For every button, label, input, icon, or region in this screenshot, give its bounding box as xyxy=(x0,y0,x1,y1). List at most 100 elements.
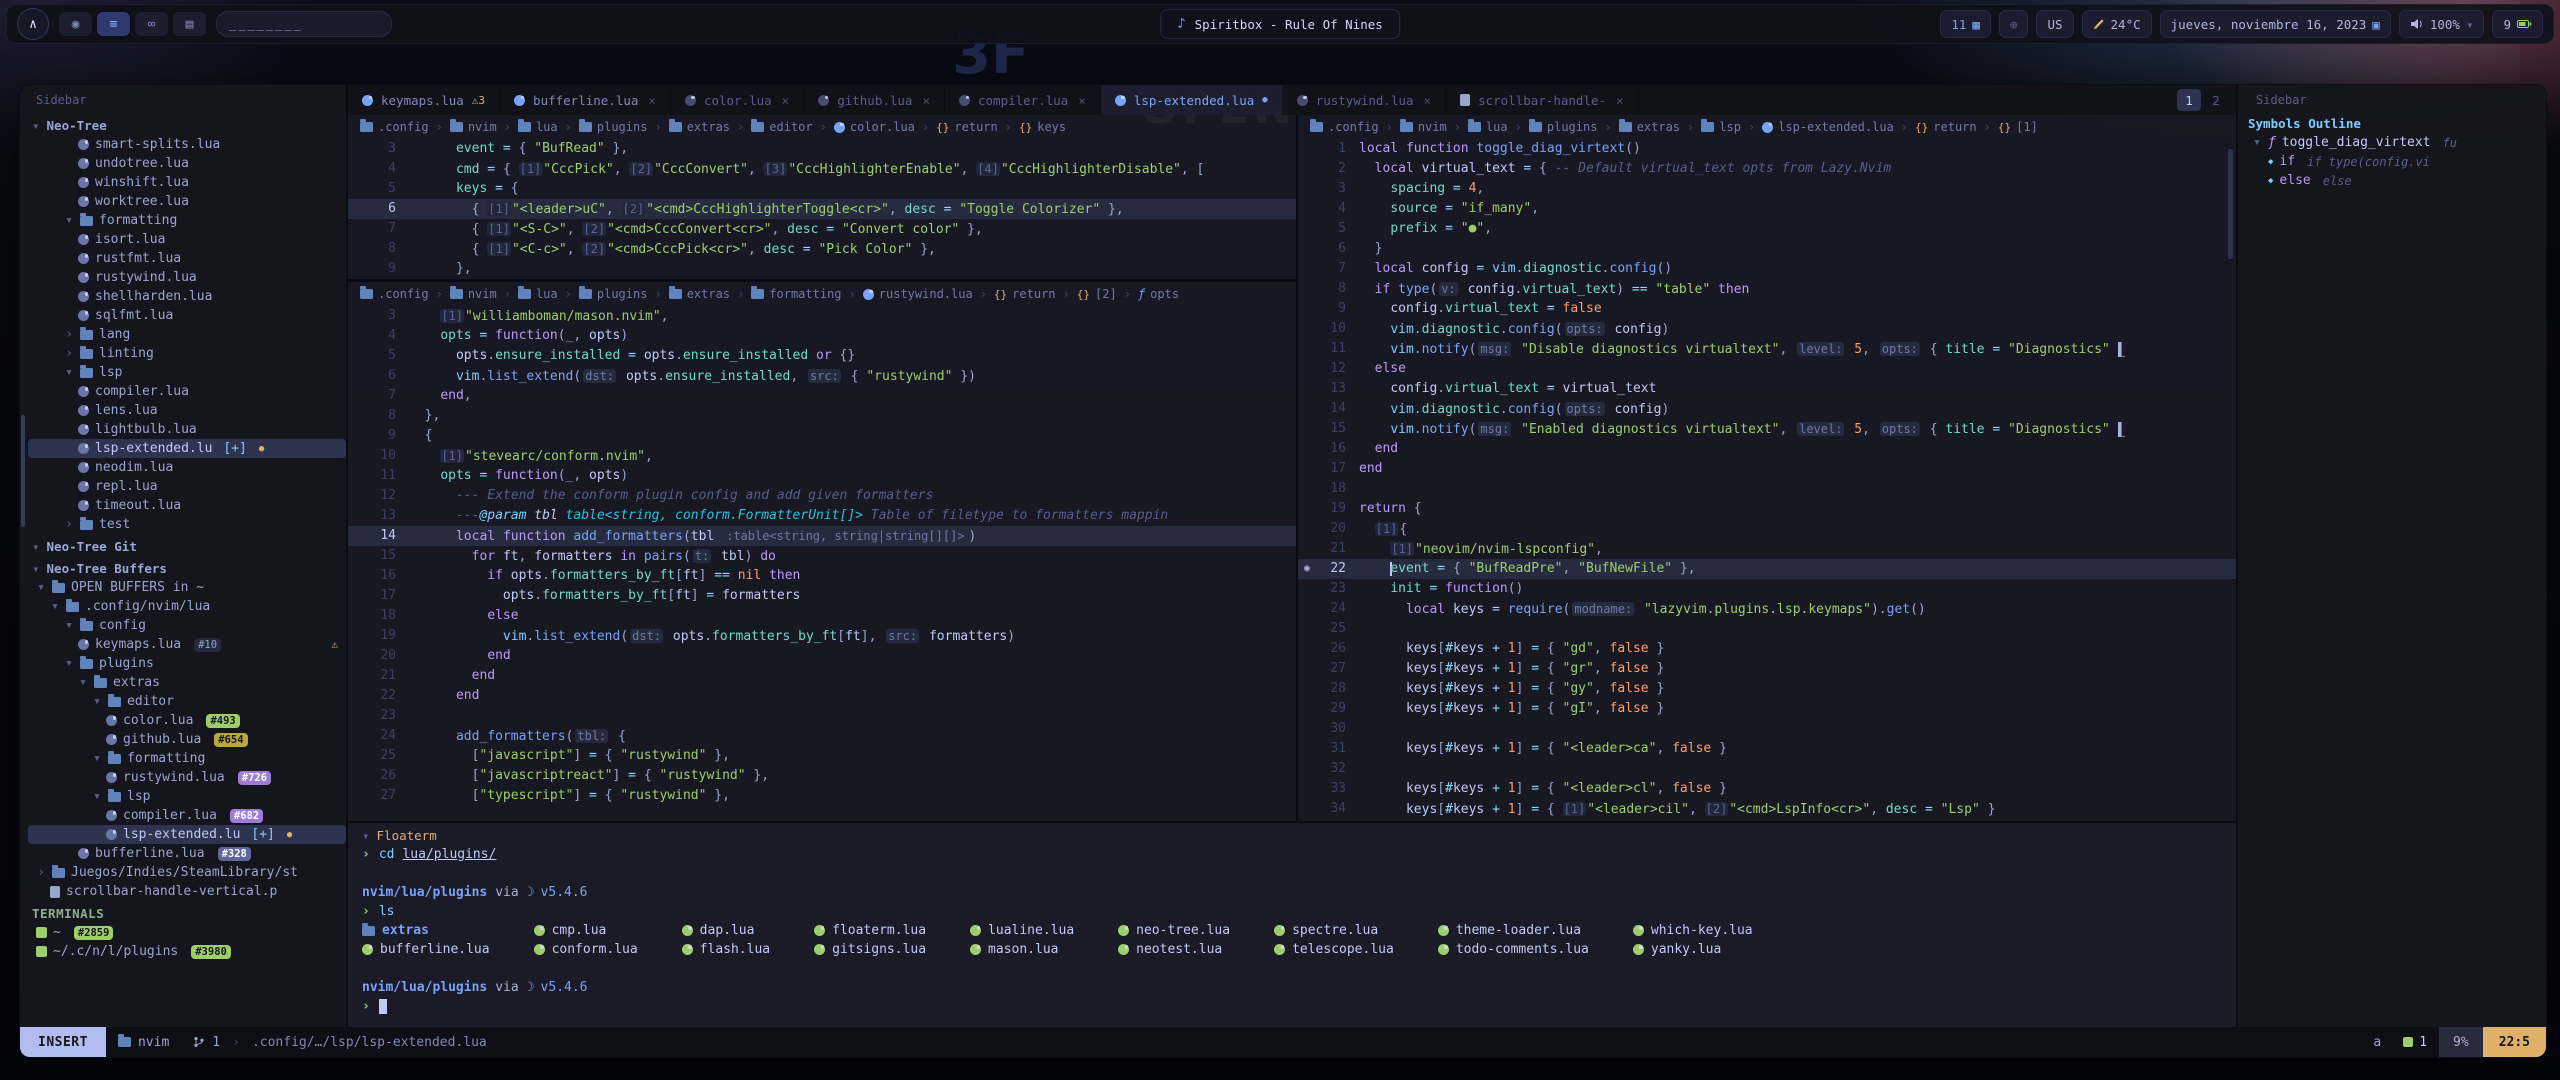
breadcrumb-item[interactable]: {}return xyxy=(994,287,1056,301)
tree-item[interactable]: worktree.lua xyxy=(28,192,346,211)
battery-widget[interactable]: 9 xyxy=(2492,10,2543,38)
code-line[interactable]: 4 source = "if_many", xyxy=(1298,199,2236,219)
code-line[interactable]: 25 ["javascript"] = { "rustywind" }, xyxy=(348,746,1296,766)
breadcrumb-item[interactable]: {}[2] xyxy=(1077,287,1117,301)
code-line[interactable]: 32 xyxy=(1298,759,2236,779)
editor-tab[interactable]: lsp-extended.lua● xyxy=(1101,85,1283,115)
code-line[interactable]: 8 }, xyxy=(348,406,1296,426)
editor-tab[interactable]: rustywind.lua× xyxy=(1283,85,1446,115)
code-line[interactable]: 5 opts.ensure_installed = opts.ensure_in… xyxy=(348,346,1296,366)
code-line[interactable]: 20 end xyxy=(348,646,1296,666)
tree-item[interactable]: isort.lua xyxy=(28,230,346,249)
code-line[interactable]: 7 end, xyxy=(348,386,1296,406)
sidebar-scrollbar[interactable] xyxy=(21,415,25,527)
workspace-button[interactable]: ◉ xyxy=(59,12,92,36)
breadcrumb-item[interactable]: nvim xyxy=(1400,120,1447,134)
tree-item[interactable]: rustfmt.lua xyxy=(28,249,346,268)
tree-item[interactable]: ▾OPEN BUFFERS in ~ xyxy=(28,578,346,597)
tree-item[interactable]: ›Juegos/Indies/SteamLibrary/st xyxy=(28,863,346,882)
breadcrumb-item[interactable]: extras xyxy=(669,287,730,301)
code-line[interactable]: 3 [1]"williamboman/mason.nvim", xyxy=(348,306,1296,326)
tree-item[interactable]: compiler.lua xyxy=(28,382,346,401)
code-line[interactable]: 31 keys[#keys + 1] = { "<leader>ca", fal… xyxy=(1298,739,2236,759)
tree-item[interactable]: ~#2859 xyxy=(28,923,346,942)
code-line[interactable]: 9 config.virtual_text = false xyxy=(1298,299,2236,319)
tree-item[interactable]: scrollbar-handle-vertical.p xyxy=(28,882,346,901)
tree-item[interactable]: keymaps.lua#10⚠ xyxy=(28,635,346,654)
code-line[interactable]: 12 else xyxy=(1298,359,2236,379)
code-editor-lsp-extended-lua[interactable]: 1local function toggle_diag_virtext()2 l… xyxy=(1298,139,2236,821)
neo-tree-buffers-section-header[interactable]: ▾ Neo-Tree Buffers xyxy=(28,558,346,578)
tree-item[interactable]: ▾editor xyxy=(28,692,346,711)
code-line[interactable]: 24 add_formatters(tbl: { xyxy=(348,726,1296,746)
tree-item[interactable]: ›test xyxy=(28,515,346,534)
breadcrumb-item[interactable]: {}return xyxy=(936,120,998,134)
breadcrumb-item[interactable]: lsp-extended.lua xyxy=(1762,120,1894,134)
code-line[interactable]: 17end xyxy=(1298,459,2236,479)
workspace-button[interactable]: ∞ xyxy=(135,12,168,36)
tree-item[interactable]: lens.lua xyxy=(28,401,346,420)
workspace-button[interactable]: ≡ xyxy=(97,12,130,36)
terminal-prompt-line[interactable]: › xyxy=(362,997,2236,1016)
code-line[interactable]: 8 { [1]"<C-c>", [2]"<cmd>CccPick<cr>", d… xyxy=(348,239,1296,259)
code-line[interactable]: 27 ["typescript"] = { "rustywind" }, xyxy=(348,786,1296,806)
code-line[interactable]: 29 keys[#keys + 1] = { "gI", false } xyxy=(1298,699,2236,719)
code-line[interactable]: 25 xyxy=(1298,619,2236,639)
code-line[interactable]: 24 local keys = require(modname: "lazyvi… xyxy=(1298,599,2236,619)
code-line[interactable]: 14 local function add_formatters(tbl :ta… xyxy=(348,526,1296,546)
code-line[interactable]: 5 keys = { xyxy=(348,179,1296,199)
code-line[interactable]: 30 xyxy=(1298,719,2236,739)
symbol-item[interactable]: ▾ƒtoggle_diag_virtextfu xyxy=(2248,133,2536,152)
code-line[interactable]: 26 ["javascriptreact"] = { "rustywind" }… xyxy=(348,766,1296,786)
tree-item[interactable]: repl.lua xyxy=(28,477,346,496)
code-line[interactable]: 4 cmd = { [1]"CccPick", [2]"CccConvert",… xyxy=(348,159,1296,179)
code-line[interactable]: 2 local virtual_text = { -- Default virt… xyxy=(1298,159,2236,179)
code-line[interactable]: 5 prefix = "●", xyxy=(1298,219,2236,239)
tree-item[interactable]: ▾lsp xyxy=(28,787,346,806)
tree-item[interactable]: undotree.lua xyxy=(28,154,346,173)
neo-tree-section-header[interactable]: ▾ Neo-Tree xyxy=(28,115,346,135)
tree-item[interactable]: ▾plugins xyxy=(28,654,346,673)
code-line[interactable]: ◉22 event = { "BufReadPre", "BufNewFile"… xyxy=(1298,559,2236,579)
breadcrumb-item[interactable]: lua xyxy=(1468,120,1508,134)
code-line[interactable]: 23 xyxy=(348,706,1296,726)
breadcrumb-item[interactable]: plugins xyxy=(579,120,648,134)
code-line[interactable]: 13 config.virtual_text = virtual_text xyxy=(1298,379,2236,399)
editor-tab[interactable]: github.lua× xyxy=(804,85,945,115)
tree-item[interactable]: lightbulb.lua xyxy=(28,420,346,439)
close-icon[interactable]: × xyxy=(922,93,930,108)
code-line[interactable]: 17 opts.formatters_by_ft[ft] = formatter… xyxy=(348,586,1296,606)
editor-scrollbar[interactable] xyxy=(2228,149,2233,259)
breadcrumb-item[interactable]: plugins xyxy=(579,287,648,301)
code-line[interactable]: 18 xyxy=(1298,479,2236,499)
clock-widget[interactable]: jueves, noviembre 16, 2023 ▣ xyxy=(2160,10,2391,38)
symbol-item[interactable]: ◆elseelse xyxy=(2248,171,2536,190)
code-line[interactable]: 26 keys[#keys + 1] = { "gd", false } xyxy=(1298,639,2236,659)
code-line[interactable]: 11 opts = function(_, opts) xyxy=(348,466,1296,486)
editor-tab[interactable]: compiler.lua× xyxy=(945,85,1101,115)
keyboard-layout-widget[interactable]: US xyxy=(2036,10,2073,38)
code-line[interactable]: 15 for ft, formatters in pairs(t: tbl) d… xyxy=(348,546,1296,566)
code-line[interactable]: 27 keys[#keys + 1] = { "gr", false } xyxy=(1298,659,2236,679)
code-line[interactable]: 21 end xyxy=(348,666,1296,686)
volume-widget[interactable]: 100% ▾ xyxy=(2399,10,2485,38)
tree-item[interactable]: rustywind.lua#726 xyxy=(28,768,346,787)
tree-item[interactable]: ▾extras xyxy=(28,673,346,692)
breadcrumb-item[interactable]: editor xyxy=(751,120,812,134)
taskbar-input[interactable]: ________ xyxy=(216,11,392,37)
breadcrumb-item[interactable]: ƒopts xyxy=(1138,287,1179,301)
code-line[interactable]: 23 init = function() xyxy=(1298,579,2236,599)
terminals-section-header[interactable]: TERMINALS xyxy=(28,903,346,923)
tree-item[interactable]: timeout.lua xyxy=(28,496,346,515)
breadcrumb-item[interactable]: rustywind.lua xyxy=(863,287,973,301)
breadcrumb-item[interactable]: {}keys xyxy=(1019,120,1066,134)
window-count-widget[interactable]: 11 ▦ xyxy=(1940,10,1991,38)
code-line[interactable]: 6 } xyxy=(1298,239,2236,259)
code-line[interactable]: 13 ---@param tbl table<string, conform.F… xyxy=(348,506,1296,526)
breadcrumb-item[interactable]: .config xyxy=(360,120,429,134)
code-line[interactable]: 10 vim.diagnostic.config(opts: config) xyxy=(1298,319,2236,339)
code-line[interactable]: 22 end xyxy=(348,686,1296,706)
editor-tab[interactable]: bufferline.lua× xyxy=(500,85,671,115)
tree-item[interactable]: rustywind.lua xyxy=(28,268,346,287)
editor-tab[interactable]: color.lua× xyxy=(671,85,804,115)
